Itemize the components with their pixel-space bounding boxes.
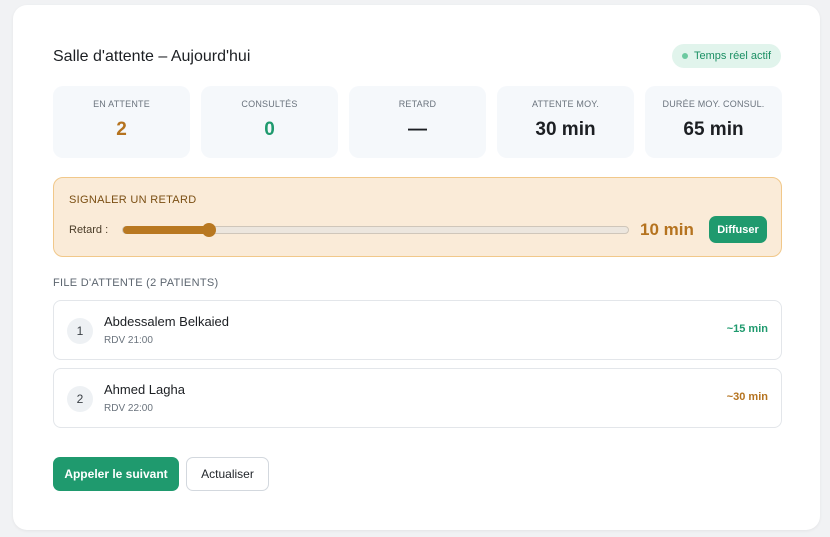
- stat-value: 0: [264, 119, 275, 140]
- live-status-label: Temps réel actif: [693, 50, 771, 62]
- page-title: Salle d'attente – Aujourd'hui: [53, 48, 251, 65]
- delay-panel-title: SIGNALER UN RETARD: [69, 194, 197, 206]
- stat-value: 30 min: [535, 119, 596, 140]
- stat-value: —: [408, 119, 427, 140]
- stat-value: 2: [116, 119, 127, 140]
- stat-label: DURÉE MOY. CONSUL.: [662, 99, 765, 109]
- broadcast-delay-button[interactable]: Diffuser: [709, 216, 767, 243]
- stat-value: 65 min: [683, 119, 744, 140]
- stat-consulted: CONSULTÉS 0: [201, 86, 338, 158]
- stat-label: RETARD: [398, 99, 437, 109]
- stat-delay: RETARD —: [349, 86, 486, 158]
- delay-slider-label: Retard :: [69, 224, 109, 236]
- queue-title: FILE D'ATTENTE (2 PATIENTS): [53, 277, 219, 289]
- queue-row[interactable]: 1 Abdessalem Belkaied RDV 21:00 ~15 min: [53, 300, 782, 360]
- estimated-wait: ~15 min: [726, 323, 768, 335]
- delay-panel: SIGNALER UN RETARD Retard : 10 min Diffu…: [53, 177, 782, 257]
- delay-slider[interactable]: [122, 223, 629, 237]
- delay-slider-fill: [123, 226, 209, 234]
- appointment-time: RDV 21:00: [104, 335, 153, 346]
- live-status-badge: Temps réel actif: [671, 44, 781, 68]
- stat-label: EN ATTENTE: [93, 99, 150, 109]
- delay-value: 10 min: [640, 220, 694, 239]
- stat-label: ATTENTE MOY.: [531, 99, 600, 109]
- stats-row: EN ATTENTE 2 CONSULTÉS 0 RETARD — ATTENT…: [53, 86, 782, 158]
- status-dot-icon: [681, 53, 688, 59]
- estimated-wait: ~30 min: [726, 391, 768, 403]
- patient-name: Ahmed Lagha: [104, 382, 185, 397]
- stat-avg-wait: ATTENTE MOY. 30 min: [497, 86, 634, 158]
- waiting-room-card: Salle d'attente – Aujourd'hui Temps réel…: [13, 5, 820, 530]
- patient-name: Abdessalem Belkaied: [104, 314, 230, 329]
- call-next-button[interactable]: Appeler le suivant: [53, 457, 179, 491]
- queue-position: 2: [67, 386, 93, 412]
- stat-waiting: EN ATTENTE 2: [53, 86, 190, 158]
- queue-position: 1: [67, 318, 93, 344]
- delay-slider-thumb[interactable]: [201, 223, 216, 237]
- stat-label: CONSULTÉS: [241, 99, 298, 109]
- stat-avg-consultation: DURÉE MOY. CONSUL. 65 min: [645, 86, 782, 158]
- appointment-time: RDV 22:00: [104, 403, 153, 414]
- queue-row[interactable]: 2 Ahmed Lagha RDV 22:00 ~30 min: [53, 368, 782, 428]
- refresh-button[interactable]: Actualiser: [186, 457, 269, 491]
